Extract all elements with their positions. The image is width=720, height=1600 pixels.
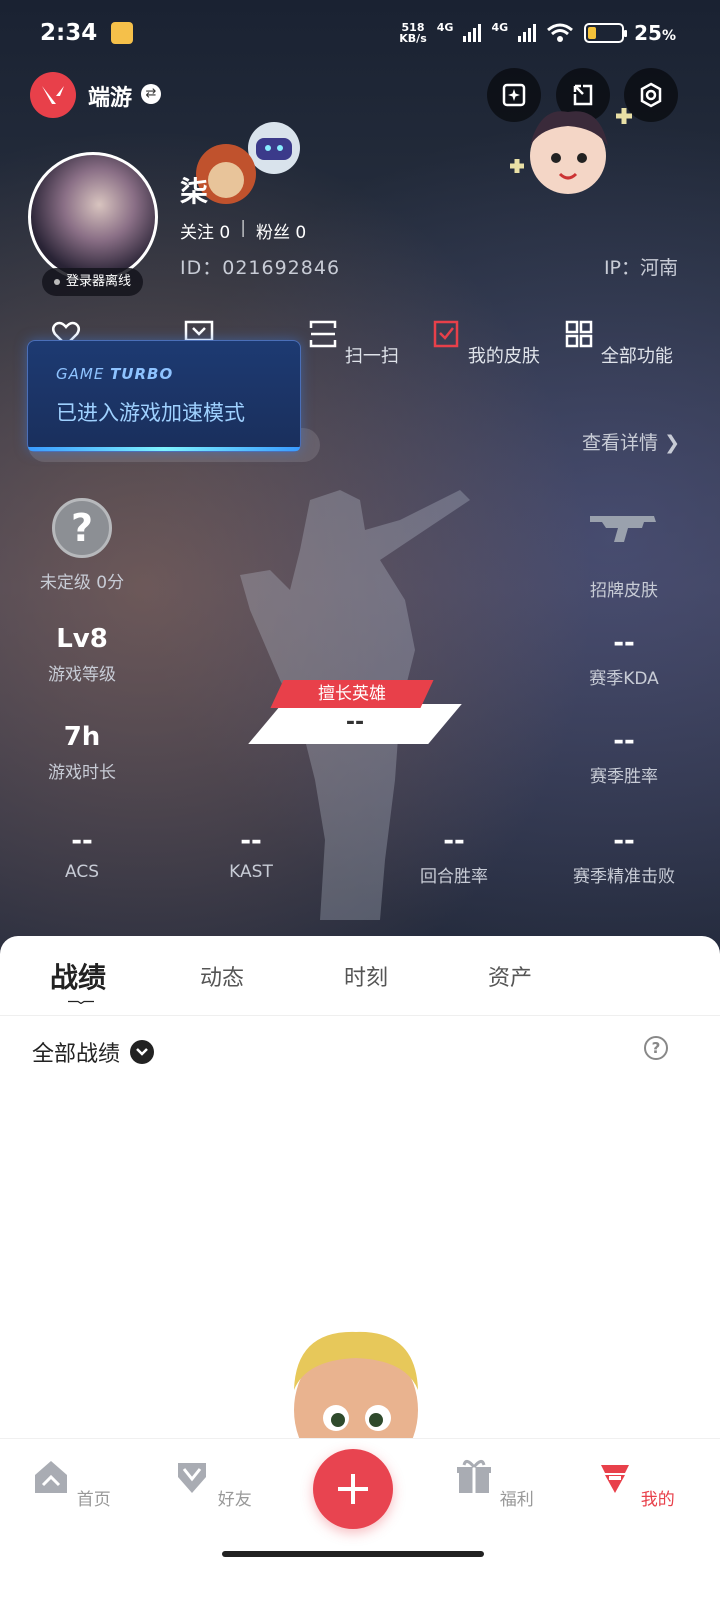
- following-count[interactable]: 关注 0: [180, 218, 230, 243]
- signal-2-icon: [518, 24, 537, 42]
- battery-icon: [584, 23, 628, 43]
- game-turbo-toast: GAME TURBO 已进入游戏加速模式: [27, 340, 301, 452]
- menu-my-skins[interactable]: 我的皮肤: [420, 318, 550, 368]
- tab-moments[interactable]: 时刻: [344, 960, 388, 992]
- net-speed: 518 KB/s: [399, 21, 427, 45]
- scan-icon: [309, 320, 337, 348]
- game-turbo-brand: GAME TURBO: [56, 365, 174, 383]
- kast-stat: -- KAST: [229, 826, 273, 882]
- best-hero-ribbon: 擅长英雄: [270, 680, 434, 708]
- plus-icon: [338, 1474, 368, 1504]
- tab-record[interactable]: 战绩: [50, 956, 106, 996]
- nav-welfare[interactable]: 福利: [449, 1457, 539, 1510]
- nav-home[interactable]: 首页: [26, 1457, 116, 1510]
- wifi-icon: [547, 23, 574, 42]
- best-hero-tag[interactable]: 擅长英雄 --: [248, 680, 462, 746]
- tab-active-indicator: [68, 1000, 94, 1004]
- fans-count[interactable]: 粉丝 0: [256, 218, 306, 243]
- battery-percent: 25%: [634, 21, 676, 45]
- notification-icon: [111, 22, 134, 44]
- nav-friends[interactable]: 好友: [167, 1457, 257, 1510]
- status-bar: 2:34 518 KB/s 4G 4G 25%: [40, 18, 676, 48]
- valorant-logo[interactable]: [30, 72, 76, 118]
- tab-feed[interactable]: 动态: [200, 960, 244, 992]
- profile-hero: 2:34 518 KB/s 4G 4G 25% 端游 ⇄ 登录器离线 柒 关注 …: [0, 0, 720, 980]
- toast-glow-bar: [28, 447, 300, 451]
- bottom-nav: 首页 好友 福利 我的: [0, 1438, 720, 1600]
- chevron-down-icon: [130, 1040, 155, 1064]
- gift-icon: [457, 1460, 492, 1493]
- mascot-illustration: [294, 1331, 418, 1440]
- playtime-stat: 7h 游戏时长: [48, 722, 116, 783]
- best-hero-value: --: [345, 710, 365, 735]
- signature-skin-stat[interactable]: 招牌皮肤: [544, 508, 704, 601]
- round-winrate-stat: -- 回合胜率: [420, 826, 488, 887]
- tab-bar: 战绩 动态 时刻 资产: [0, 936, 720, 1016]
- winrate-stat: -- 赛季胜率: [590, 726, 658, 787]
- signal-1-icon: [463, 24, 482, 42]
- rifle-icon: [590, 516, 656, 542]
- view-details-link[interactable]: 查看详情 ❯: [582, 428, 680, 455]
- nav-me[interactable]: 我的: [590, 1457, 680, 1510]
- profile-icon: [601, 1465, 630, 1493]
- follow-divider: |: [240, 218, 246, 238]
- gear-icon: [640, 82, 662, 108]
- menu-all-features[interactable]: 全部功能: [553, 318, 683, 368]
- game-turbo-message: 已进入游戏加速模式: [56, 401, 245, 425]
- status-time: 2:34: [40, 20, 98, 46]
- nickname: 柒: [180, 175, 209, 208]
- sticker-decoration: [510, 108, 632, 194]
- swap-icon[interactable]: ⇄: [141, 84, 161, 104]
- app-switch-label[interactable]: 端游: [88, 80, 132, 112]
- grid-icon: [565, 320, 593, 348]
- signal-label-1: 4G: [436, 21, 454, 34]
- help-icon[interactable]: ?: [644, 1036, 668, 1060]
- home-icon: [35, 1461, 68, 1493]
- menu-scan[interactable]: 扫一扫: [288, 318, 418, 368]
- user-id: ID：021692846: [180, 257, 341, 279]
- precise-kills-stat: -- 赛季精准击败: [573, 826, 675, 887]
- level-stat: Lv8 游戏等级: [48, 624, 116, 685]
- record-filter-dropdown[interactable]: 全部战绩: [32, 1036, 155, 1068]
- ip-location: IP：河南: [603, 257, 678, 279]
- follow-stats: 关注 0 | 粉丝 0: [180, 218, 306, 243]
- launcher-status-badge: 登录器离线: [42, 268, 144, 296]
- skin-icon: [433, 320, 459, 348]
- friends-icon: [178, 1463, 207, 1493]
- gesture-home-bar[interactable]: [222, 1551, 484, 1557]
- kda-stat: -- 赛季KDA: [589, 628, 659, 689]
- create-post-button[interactable]: [313, 1449, 393, 1529]
- unranked-icon: ?: [52, 498, 112, 558]
- rank-stat[interactable]: ? 未定级 0分: [2, 498, 162, 593]
- signal-label-2: 4G: [491, 21, 509, 34]
- tab-assets[interactable]: 资产: [488, 960, 532, 992]
- offline-dot-icon: [54, 279, 60, 285]
- acs-stat: -- ACS: [65, 826, 99, 882]
- avatar[interactable]: [28, 152, 158, 282]
